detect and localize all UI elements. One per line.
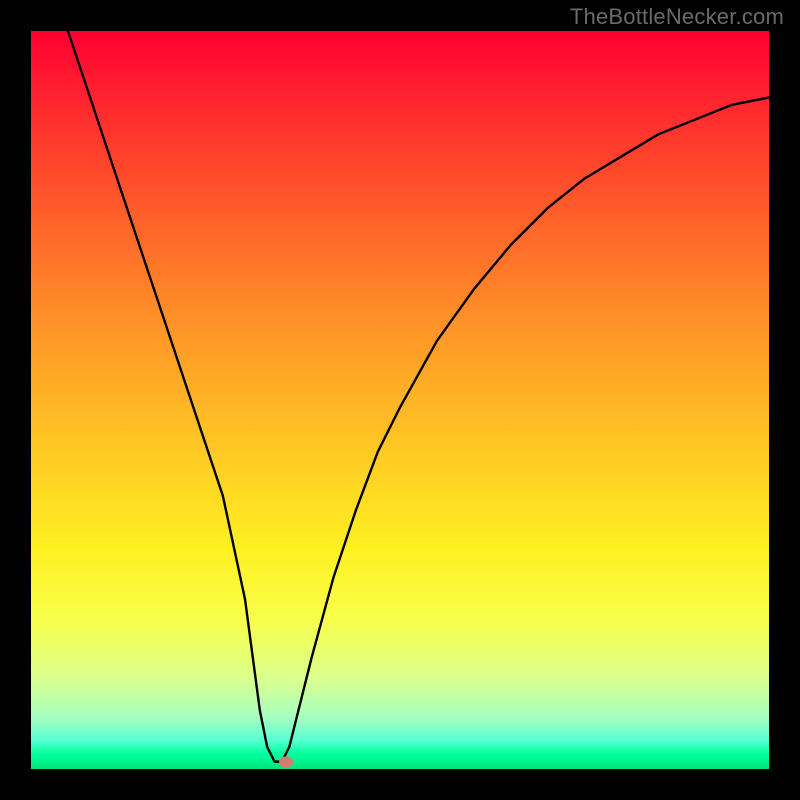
chart-frame: TheBottleNecker.com bbox=[0, 0, 800, 800]
attribution-text: TheBottleNecker.com bbox=[570, 4, 784, 30]
optimal-point-marker bbox=[279, 756, 293, 767]
gradient-plot-area bbox=[31, 31, 769, 769]
